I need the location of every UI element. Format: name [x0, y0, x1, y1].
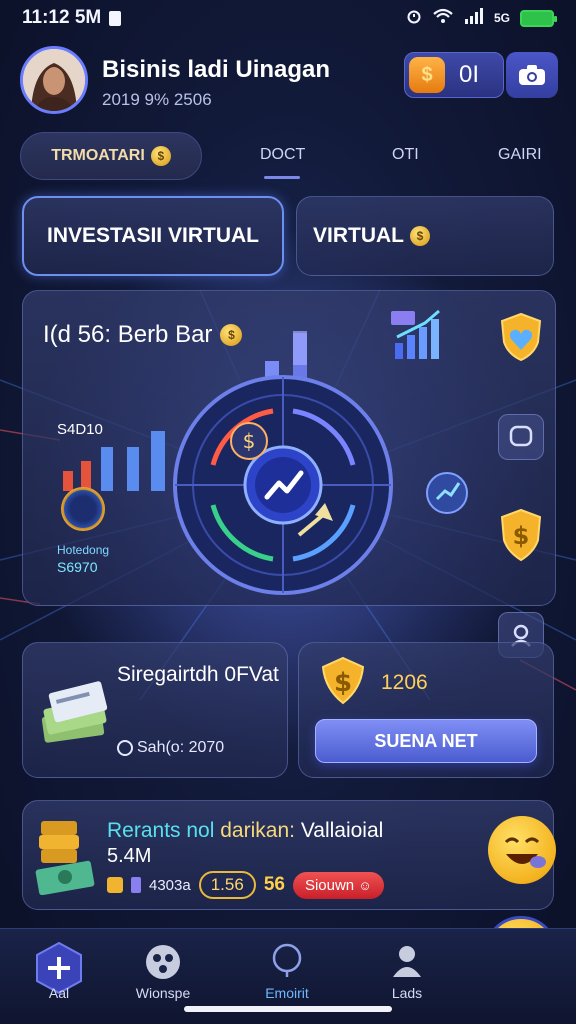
coin-icon: $: [410, 226, 430, 246]
gift-icon: [107, 877, 123, 893]
rewards-title-b: nol: [186, 819, 215, 842]
coin-icon: $: [409, 57, 445, 93]
emoji-icon[interactable]: [488, 816, 556, 884]
profile-header: Bisinis ladi Uinagan 2019 9% 2506 $ 0I: [18, 44, 558, 120]
rewards-card[interactable]: Rerants nol darikan: Vallaioial 5.4M 430…: [22, 800, 554, 910]
user-stats: 2019 9% 2506: [102, 90, 212, 109]
growth-chart-icon: [391, 309, 440, 359]
coin-value: 0I: [459, 61, 480, 88]
tab-gairi[interactable]: GAIRI: [498, 146, 542, 164]
shield-dollar-icon: $: [500, 508, 542, 562]
rewards-stat: 4303a: [149, 876, 191, 894]
tab-active-label: TRMOATARI: [51, 147, 145, 164]
invest-virtual-label: INVESTASII VIRTUAL: [47, 224, 259, 247]
camera-button[interactable]: [506, 52, 558, 98]
gold-coin-icon: $: [321, 656, 365, 705]
rewards-title-d: Vallaioial: [300, 819, 384, 842]
savings-title: Siregairtdh 0FVat: [117, 663, 279, 686]
nav-label-add: Aal: [48, 985, 70, 1001]
stream-button[interactable]: Siouwn ☺: [292, 871, 384, 899]
home-indicator[interactable]: [184, 1006, 392, 1012]
coins-value: 1206: [381, 671, 428, 694]
invest-virtual-card[interactable]: INVESTASII VIRTUAL: [22, 196, 284, 276]
status-time: 11:12 5M: [22, 7, 102, 28]
alarm-icon: [406, 8, 422, 28]
battery-small-icon: [131, 877, 141, 893]
tab-doct[interactable]: DOCT: [260, 146, 305, 164]
data-icon: 5G: [493, 11, 510, 25]
user-name: Bisinis ladi Uinagan: [102, 56, 331, 83]
nav-label-profile: Lads: [391, 985, 423, 1001]
sim-icon: [109, 10, 122, 26]
coin-balance[interactable]: $ 0I: [404, 52, 504, 98]
savings-subtitle-text: Sah(o: 2070: [137, 739, 225, 756]
growth-dial-icon: $: [173, 375, 393, 595]
virtual-card[interactable]: VIRTUAL $: [296, 196, 554, 276]
money-stack-icon: [41, 681, 108, 743]
balance-label: Hotedong: [57, 543, 110, 557]
chat-icon: [509, 425, 533, 447]
nav-label-social: Wionspe: [135, 985, 191, 1001]
treasure-coins-icon: [35, 821, 95, 895]
rewards-title-c: darikan:: [220, 819, 295, 842]
nav-label-explore: Emoirit: [265, 985, 309, 1001]
tab-active[interactable]: TRMOATARI $: [20, 132, 202, 180]
rewards-pill: 1.56: [198, 871, 256, 899]
camera-icon: [519, 65, 545, 85]
gauge-icon: [61, 487, 105, 531]
tab-indicator: [264, 176, 300, 179]
emoji-icon: ☺: [358, 877, 372, 893]
rewards-title: Rerants nol darikan: Vallaioial: [107, 819, 383, 843]
main-dashboard-panel: I(d 56: Berb Bar $ S4D10 $ Hotedong S697…: [22, 290, 556, 606]
avatar[interactable]: [20, 46, 88, 114]
coin-icon: $: [150, 146, 171, 166]
rewards-count: 56: [263, 874, 285, 895]
coins-card: $ 1206 SUENA NET: [298, 642, 554, 778]
shield-dollar-button[interactable]: $: [498, 508, 544, 562]
balance-value: S6970: [57, 559, 98, 575]
shield-heart-button[interactable]: [498, 312, 544, 362]
chat-button[interactable]: [498, 414, 544, 460]
rewards-stats-row: 4303a 1.56 56 Siouwn ☺: [107, 871, 384, 899]
battery-icon: [520, 9, 557, 27]
svg-text:$: $: [334, 668, 352, 698]
social-icon: [146, 945, 180, 979]
rewards-title-a: Rerants: [107, 819, 181, 842]
stream-button-label: Siouwn: [304, 876, 355, 894]
svg-text:$: $: [243, 429, 256, 453]
user-icon: [393, 946, 421, 977]
nav-item-add[interactable]: Aal: [4, 929, 114, 1024]
savings-subtitle: Sah(o: 2070: [117, 739, 224, 757]
wifi-icon: [432, 8, 454, 28]
rewards-amount: 5.4M: [107, 845, 152, 867]
svg-text:$: $: [513, 522, 530, 550]
tab-bar: TRMOATARI $ DOCT OTI GAIRI: [20, 132, 560, 180]
clock-icon: [117, 740, 133, 756]
tab-oti[interactable]: OTI: [392, 146, 419, 164]
target-badge-icon: [426, 472, 468, 514]
shield-heart-icon: [500, 312, 542, 362]
search-icon: [272, 943, 302, 977]
status-bar: 11:12 5M 5G: [0, 0, 576, 36]
virtual-label: VIRTUAL: [313, 224, 404, 247]
suena-net-button[interactable]: SUENA NET: [315, 719, 537, 763]
signal-icon: [464, 8, 484, 28]
savings-card[interactable]: Siregairtdh 0FVat Sah(o: 2070: [22, 642, 288, 778]
